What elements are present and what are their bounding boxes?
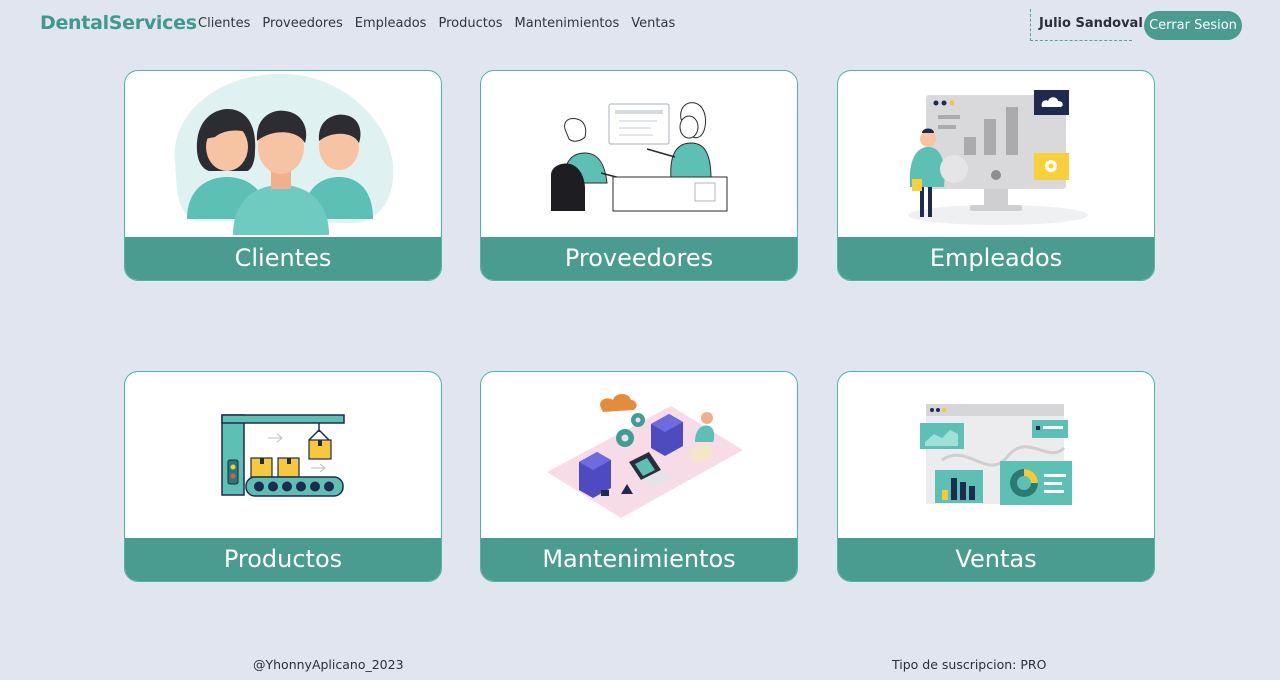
nav-link-ventas[interactable]: Ventas [631, 16, 675, 31]
nav-link-proveedores[interactable]: Proveedores [262, 16, 342, 31]
employee-dashboard-illustration [908, 90, 1088, 225]
card-clientes[interactable]: Clientes [124, 70, 442, 281]
top-navbar: DentalServices Clientes Proveedores Empl… [0, 0, 1280, 50]
suppliers-meeting-illustration [551, 102, 728, 212]
card-label-empleados: Empleados [838, 237, 1154, 280]
sales-analytics-illustration [920, 404, 1072, 505]
card-label-mantenimientos: Mantenimientos [481, 538, 797, 581]
card-productos[interactable]: Productos [124, 371, 442, 582]
nav-link-mantenimientos[interactable]: Mantenimientos [515, 16, 620, 31]
card-label-proveedores: Proveedores [481, 237, 797, 280]
main-nav: Clientes Proveedores Empleados Productos… [198, 16, 675, 31]
user-name: Julio Sandoval [1030, 9, 1143, 41]
card-label-clientes: Clientes [125, 237, 441, 280]
subscription-type: Tipo de suscripcion: PRO [892, 657, 1047, 672]
servers-maintenance-illustration [547, 394, 743, 518]
logout-button[interactable]: Cerrar Sesion [1144, 11, 1242, 40]
card-label-ventas: Ventas [838, 538, 1154, 581]
nav-link-clientes[interactable]: Clientes [198, 16, 250, 31]
customers-illustration [174, 73, 394, 235]
card-empleados[interactable]: Empleados [837, 70, 1155, 281]
card-label-productos: Productos [125, 538, 441, 581]
card-mantenimientos[interactable]: Mantenimientos [480, 371, 798, 582]
brand-logo[interactable]: DentalServices [40, 12, 197, 34]
footer-credit: @YhonnyAplicano_2023 [253, 657, 404, 672]
nav-link-empleados[interactable]: Empleados [355, 16, 427, 31]
card-ventas[interactable]: Ventas [837, 371, 1155, 582]
nav-link-productos[interactable]: Productos [438, 16, 502, 31]
card-proveedores[interactable]: Proveedores [480, 70, 798, 281]
conveyor-boxes-illustration [221, 414, 345, 497]
